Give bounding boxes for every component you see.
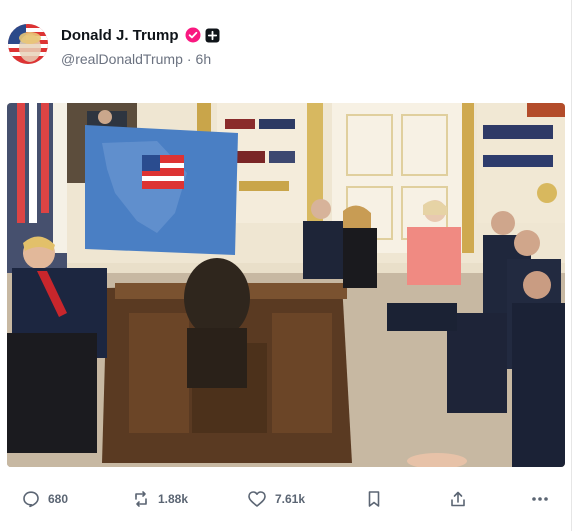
action-bar: 680 1.88k 7.61k — [0, 484, 572, 514]
bookmark-button[interactable] — [366, 484, 382, 514]
like-button[interactable]: 7.61k — [247, 484, 305, 514]
more-icon — [530, 490, 550, 508]
repost-icon — [132, 490, 150, 508]
avatar-image — [8, 24, 48, 64]
post-card[interactable]: Donald J. Trump @realDonaldTrump · 6h 68… — [0, 0, 572, 531]
repost-count: 1.88k — [158, 492, 189, 506]
verified-badge-icon — [185, 27, 201, 43]
repost-button[interactable]: 1.88k — [132, 484, 188, 514]
author-handle[interactable]: @realDonaldTrump — [61, 51, 183, 67]
like-count: 7.61k — [275, 492, 306, 506]
post-photo[interactable] — [7, 103, 565, 467]
bookmark-icon — [366, 490, 382, 508]
photo-scene — [7, 103, 565, 467]
reply-icon — [22, 490, 40, 508]
plus-badge-icon — [205, 28, 220, 43]
share-button[interactable] — [449, 484, 467, 514]
separator-dot: · — [186, 51, 192, 67]
author-handle-row: @realDonaldTrump · 6h — [61, 51, 211, 67]
heart-icon — [247, 490, 267, 508]
share-icon — [449, 490, 467, 508]
reply-button[interactable]: 680 — [22, 484, 68, 514]
avatar[interactable] — [8, 24, 48, 64]
author-display-name[interactable]: Donald J. Trump — [61, 27, 179, 44]
post-time[interactable]: 6h — [196, 51, 212, 67]
more-button[interactable] — [530, 484, 550, 514]
reply-count: 680 — [48, 492, 69, 506]
author-name-row: Donald J. Trump — [61, 25, 220, 45]
